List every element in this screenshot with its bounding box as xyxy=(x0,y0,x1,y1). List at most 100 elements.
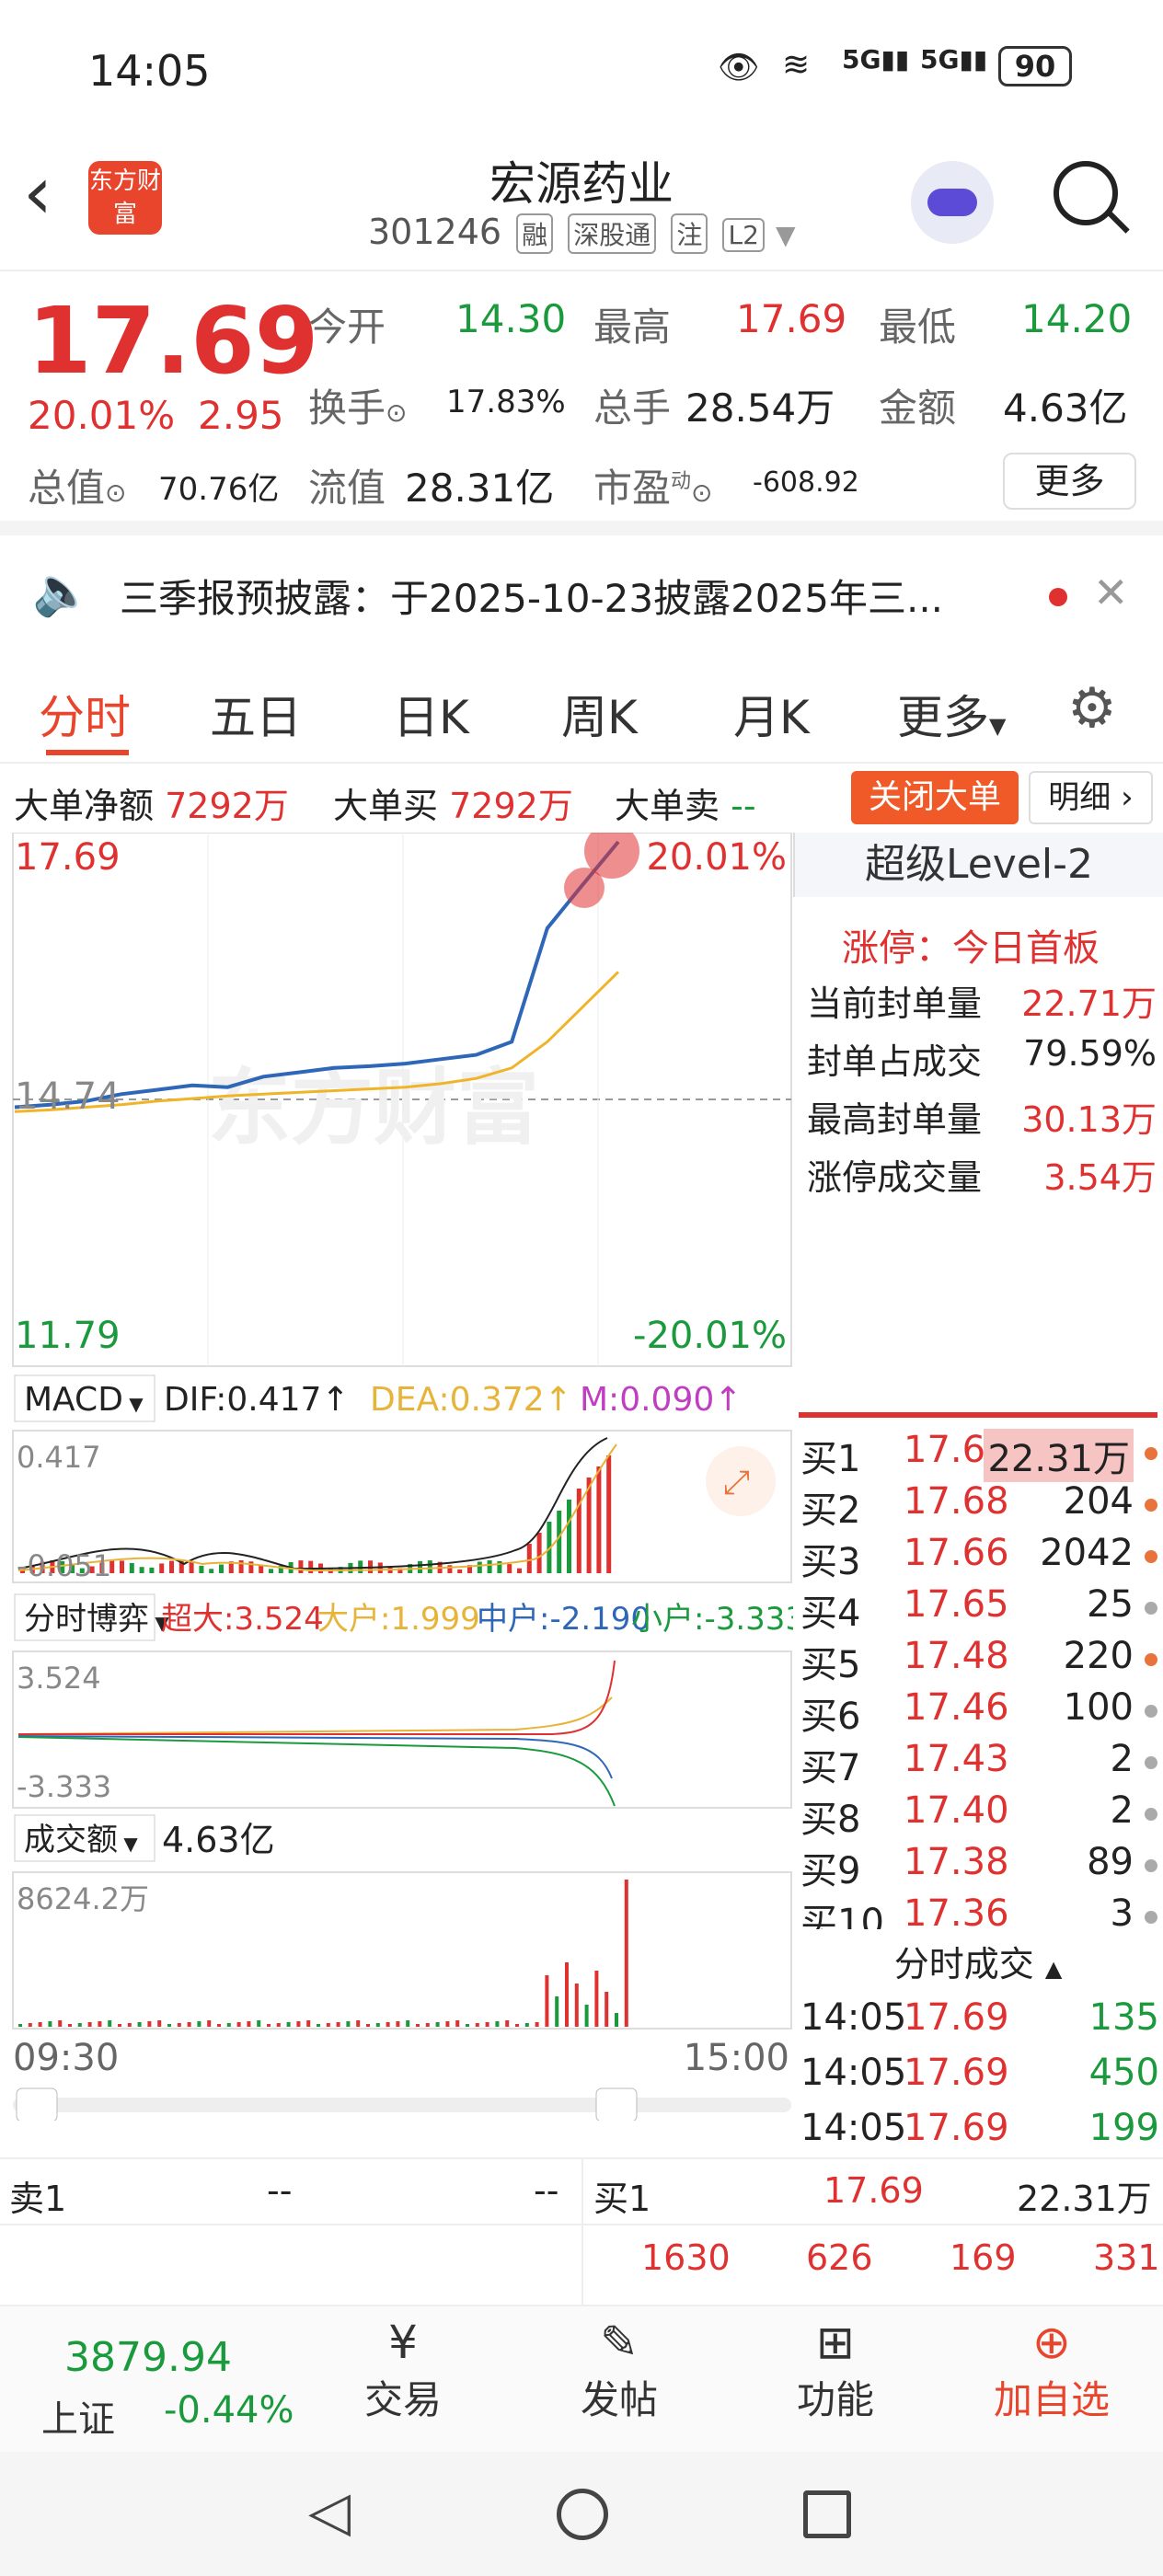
volume-bar xyxy=(466,2024,469,2027)
low-value: 14.20 xyxy=(1021,296,1133,341)
queue-item: 169 xyxy=(950,2237,1017,2278)
macd-bar xyxy=(149,1567,155,1573)
settings-icon[interactable]: ⚙ xyxy=(1067,676,1117,741)
bid-qty: 204 xyxy=(1063,1480,1134,1523)
volume-bar xyxy=(455,2020,460,2027)
bid-price: 17.38 xyxy=(904,1841,1009,1883)
volume-bar xyxy=(495,2021,500,2027)
notice-bar[interactable]: 🔈 三季报预披露：于2025-10-23披露2025年三... ✕ xyxy=(0,535,1163,655)
bid-row[interactable]: 买4 17.65 25 xyxy=(800,1583,1159,1635)
volume-bar xyxy=(267,2024,271,2027)
index-change[interactable]: -0.44% xyxy=(164,2389,294,2432)
bid-label: 买9 xyxy=(800,1850,861,1892)
fund-bottom-label: -3.333 xyxy=(17,1769,111,1804)
bid-row[interactable]: 买8 17.40 2 xyxy=(800,1789,1159,1841)
pct-top-label: 20.01% xyxy=(646,836,787,879)
macd-dea: DEA:0.372↑ xyxy=(370,1381,572,1419)
bid-row[interactable]: 买1 17.69 22.31万 xyxy=(800,1429,1159,1482)
speaker-icon: 🔈 xyxy=(32,564,92,619)
macd-bar xyxy=(427,1560,432,1573)
notice-text: 三季报预披露：于2025-10-23披露2025年三... xyxy=(120,576,944,621)
detail-button[interactable]: 明细 › xyxy=(1029,771,1153,824)
tab-monthly-k[interactable]: 月K xyxy=(733,681,810,747)
nav-add-watchlist[interactable]: ⊕ 加自选 xyxy=(969,2316,1134,2425)
tab-5day[interactable]: 五日 xyxy=(210,681,302,747)
tab-more[interactable]: 更多▼ xyxy=(897,681,1006,747)
ticks-header[interactable]: 分时成交 ▲ xyxy=(793,1937,1163,1992)
volume-bar xyxy=(18,2024,22,2027)
queue-item: 331 xyxy=(1093,2237,1160,2278)
bid-row[interactable]: 买6 17.46 100 xyxy=(800,1686,1159,1738)
wifi-icon: ≋ xyxy=(782,46,811,84)
big-order-sell: 大单卖 -- xyxy=(615,786,756,826)
bid-divider xyxy=(799,1412,1157,1418)
volume-bar xyxy=(127,2023,132,2027)
macd-bottom-label: -0.051 xyxy=(17,1548,111,1583)
volume-bar xyxy=(197,2021,202,2027)
volume-bar xyxy=(207,2020,212,2027)
index-value[interactable]: 3879.94 xyxy=(64,2334,232,2381)
svg-text:⤢: ⤢ xyxy=(723,1464,750,1501)
tab-underline xyxy=(46,750,129,755)
bid-row[interactable]: 买2 17.68 204 xyxy=(800,1480,1159,1532)
macd-bar xyxy=(120,1560,124,1573)
scroll-handle-left[interactable] xyxy=(16,2087,58,2121)
close-big-order-button[interactable]: 关闭大单 xyxy=(851,771,1019,824)
pe-label: 市盈动⊙ xyxy=(593,466,713,511)
tab-weekly-k[interactable]: 周K xyxy=(561,681,638,747)
nav-functions[interactable]: ⊞ 功能 xyxy=(753,2316,918,2425)
volume-bar xyxy=(366,2024,370,2027)
volume-bar xyxy=(187,2022,191,2027)
bid-row[interactable]: 买7 17.43 2 xyxy=(800,1738,1159,1789)
bid-row[interactable]: 买5 17.48 220 xyxy=(800,1635,1159,1686)
volume-bar xyxy=(375,2023,380,2027)
tab-intraday[interactable]: 分时 xyxy=(39,681,131,747)
bid-price: 17.65 xyxy=(904,1583,1009,1626)
home-icon[interactable] xyxy=(557,2489,608,2540)
big-order-buy: 大单买 7292万 xyxy=(333,786,573,826)
level2-title[interactable]: 超级Level-2 xyxy=(793,833,1163,897)
volume-max-label: 8624.2万 xyxy=(17,1881,149,1916)
pct-bottom-label: -20.01% xyxy=(633,1315,787,1357)
bid-qty: 25 xyxy=(1087,1583,1134,1626)
bid-row[interactable]: 买10 17.36 3 xyxy=(800,1892,1159,1929)
bid-qty: 2 xyxy=(1110,1738,1134,1780)
edit-icon: ✎ xyxy=(600,2316,639,2369)
bid-dot-icon xyxy=(1145,1602,1157,1615)
macd-bar xyxy=(219,1564,224,1573)
recents-icon[interactable] xyxy=(803,2490,851,2538)
macd-bar xyxy=(536,1533,542,1573)
more-button[interactable]: 更多 xyxy=(1003,453,1136,510)
bid-price: 17.43 xyxy=(904,1738,1009,1780)
scroll-handle-right[interactable] xyxy=(595,2087,638,2121)
bid-row[interactable]: 买3 17.66 2042 xyxy=(800,1532,1159,1583)
volume-bar xyxy=(584,2005,589,2027)
volume-bar xyxy=(485,2022,489,2027)
volume-bar xyxy=(48,2021,52,2027)
volume-bar xyxy=(574,1984,579,2027)
macd-bar xyxy=(269,1569,273,1573)
index-name[interactable]: 上证 xyxy=(41,2389,115,2443)
intraday-chart[interactable]: 东方财富 17.69 14.74 11.79 20.01% -20.01% MA… xyxy=(0,833,793,2121)
fund-top-label: 3.524 xyxy=(17,1661,101,1696)
nav-trade[interactable]: ¥ 交易 xyxy=(320,2316,486,2425)
close-icon[interactable]: ✕ xyxy=(1093,568,1129,617)
volume-bar xyxy=(38,2022,42,2027)
bid-price: 17.68 xyxy=(904,1480,1009,1523)
bid-row[interactable]: 买9 17.38 89 xyxy=(800,1841,1159,1892)
sell1-qty: -- xyxy=(534,2170,559,2211)
nav-post[interactable]: ✎ 发帖 xyxy=(536,2316,702,2425)
volume-bar xyxy=(77,2023,82,2027)
volume-bar xyxy=(565,1962,569,2027)
bid-qty: 220 xyxy=(1063,1635,1134,1677)
back-icon[interactable]: ◁ xyxy=(308,2479,351,2544)
tab-daily-k[interactable]: 日K xyxy=(393,681,469,747)
signal-icon: 5G▮▮ xyxy=(842,44,910,75)
robot-avatar[interactable] xyxy=(911,161,994,244)
time-scrollbar[interactable] xyxy=(13,2098,791,2112)
tick-row: 14:05 17.69 199 xyxy=(800,2107,1159,2149)
chevron-down-icon[interactable]: ▼ xyxy=(776,220,796,250)
volume-bar xyxy=(435,2022,440,2027)
volume-bar xyxy=(336,2022,340,2027)
bid-price: 17.36 xyxy=(904,1892,1009,1929)
